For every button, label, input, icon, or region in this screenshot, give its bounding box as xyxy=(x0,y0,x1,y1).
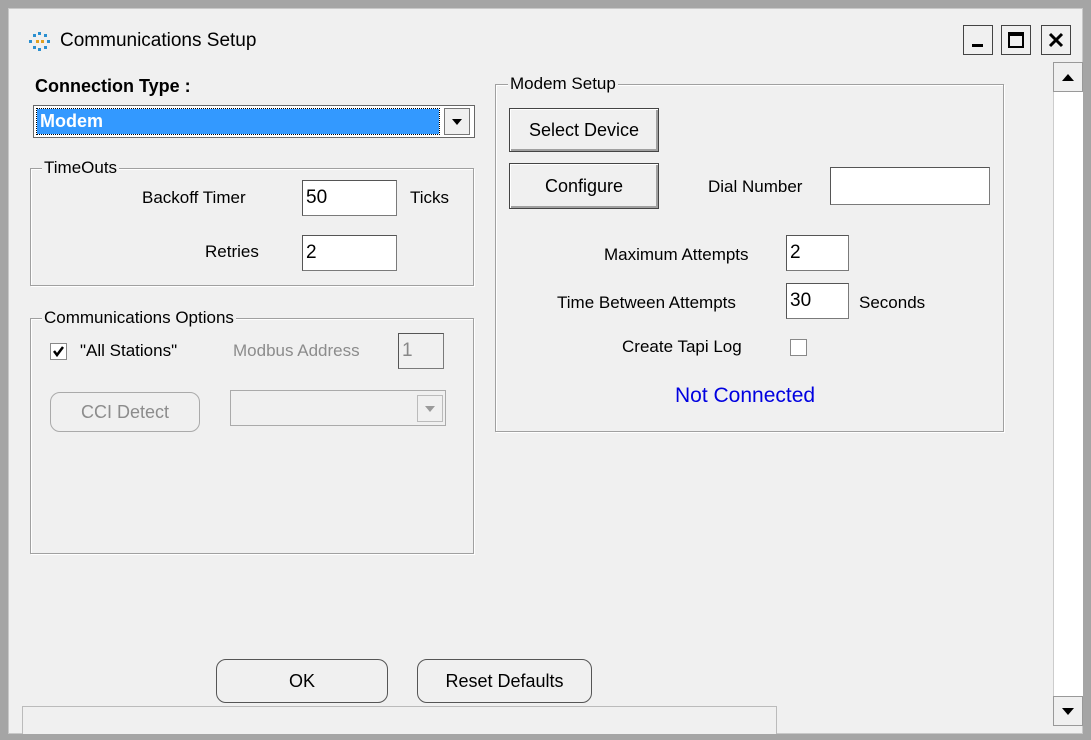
chevron-down-icon xyxy=(452,118,462,125)
close-icon xyxy=(1048,32,1064,48)
modbus-address-label: Modbus Address xyxy=(233,341,360,360)
window-title: Communications Setup xyxy=(60,30,257,51)
create-tapi-log-label: Create Tapi Log xyxy=(622,337,742,356)
maximum-attempts-input[interactable]: 2 xyxy=(786,235,849,271)
scroll-up-button[interactable] xyxy=(1053,62,1083,92)
vertical-scrollbar[interactable] xyxy=(1053,62,1083,726)
ok-button[interactable]: OK xyxy=(216,659,388,703)
maximum-attempts-label: Maximum Attempts xyxy=(604,245,749,264)
connection-type-dropdown-button[interactable] xyxy=(444,108,470,135)
minimize-button[interactable] xyxy=(963,25,993,55)
connection-type-select[interactable]: Modem xyxy=(33,105,475,138)
all-stations-checkbox[interactable] xyxy=(50,343,67,360)
cci-dropdown-button[interactable] xyxy=(417,395,443,422)
scroll-up-arrow-icon xyxy=(1062,73,1074,81)
backoff-timer-input[interactable]: 50 xyxy=(302,180,397,216)
modbus-address-input[interactable]: 1 xyxy=(398,333,444,369)
ticks-unit-label: Ticks xyxy=(410,188,450,207)
scroll-down-button[interactable] xyxy=(1053,696,1083,726)
cci-detect-button[interactable]: CCI Detect xyxy=(50,392,200,432)
configure-button[interactable]: Configure xyxy=(509,163,659,209)
maximize-button[interactable] xyxy=(1001,25,1031,55)
scroll-thumb[interactable] xyxy=(1053,92,1083,696)
connection-status: Not Connected xyxy=(675,384,816,407)
timeouts-group xyxy=(30,168,474,286)
chevron-down-icon xyxy=(425,405,435,412)
checkmark-icon xyxy=(53,346,64,358)
dial-number-input[interactable] xyxy=(830,167,990,205)
scroll-down-arrow-icon xyxy=(1062,707,1074,715)
time-between-attempts-input[interactable]: 30 xyxy=(786,283,849,319)
status-bar xyxy=(22,706,777,734)
seconds-unit-label: Seconds xyxy=(859,293,926,312)
modem-setup-legend: Modem Setup xyxy=(508,74,618,94)
select-device-button[interactable]: Select Device xyxy=(509,108,659,152)
time-between-attempts-label: Time Between Attempts xyxy=(557,293,736,312)
minimize-icon xyxy=(972,44,983,47)
maximize-icon xyxy=(1008,32,1024,48)
connection-type-value: Modem xyxy=(36,108,440,135)
retries-input[interactable]: 2 xyxy=(302,235,397,271)
all-stations-label: "All Stations" xyxy=(80,341,178,360)
backoff-timer-label: Backoff Timer xyxy=(142,188,246,207)
dial-number-label: Dial Number xyxy=(708,177,803,196)
connection-type-label: Connection Type : xyxy=(35,76,191,96)
reset-defaults-button[interactable]: Reset Defaults xyxy=(417,659,592,703)
communications-options-legend: Communications Options xyxy=(42,308,236,328)
close-button[interactable] xyxy=(1041,25,1071,55)
timeouts-legend: TimeOuts xyxy=(42,158,120,178)
cci-device-select[interactable] xyxy=(230,390,446,426)
communications-icon xyxy=(29,32,50,51)
retries-label: Retries xyxy=(205,242,259,261)
create-tapi-log-checkbox[interactable] xyxy=(790,339,807,356)
